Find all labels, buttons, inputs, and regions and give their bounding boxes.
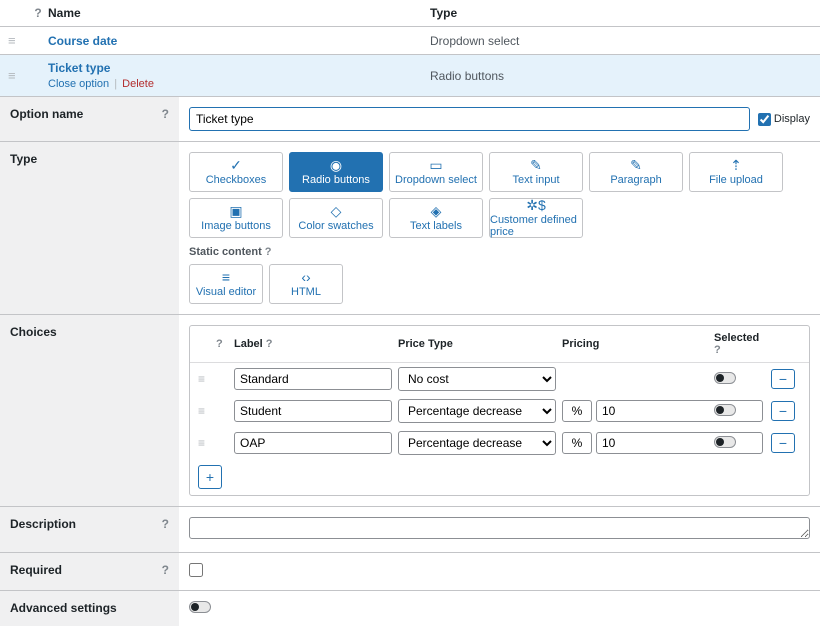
type-tile-file-upload[interactable]: ⇡File upload <box>689 152 783 192</box>
remove-choice-button[interactable]: − <box>771 369 795 389</box>
type-tile-image-buttons[interactable]: ▣Image buttons <box>189 198 283 238</box>
choice-label-input[interactable] <box>234 368 392 390</box>
selected-toggle[interactable] <box>714 372 736 384</box>
label-type: Type <box>10 152 37 166</box>
choice-row: ≡ No cost − <box>190 363 809 395</box>
option-link-ticket-type[interactable]: Ticket type <box>48 61 110 75</box>
drag-handle-icon[interactable]: ≡ <box>8 68 28 83</box>
type-tile-radio-buttons[interactable]: ◉Radio buttons <box>289 152 383 192</box>
type-tile-color-swatches[interactable]: ◇Color swatches <box>289 198 383 238</box>
help-icon[interactable]: ? <box>162 107 169 121</box>
type-tile-dropdown-select[interactable]: ▭Dropdown select <box>389 152 483 192</box>
advanced-toggle[interactable] <box>189 601 211 613</box>
text-input-icon: ✎ <box>530 158 542 172</box>
paragraph-icon: ✎ <box>630 158 642 172</box>
label-choices: Choices <box>10 325 57 339</box>
close-option-link[interactable]: Close option <box>48 78 109 90</box>
checkbox-icon: ✓ <box>230 158 242 172</box>
help-icon[interactable]: ? <box>265 246 272 258</box>
static-tile-visual-editor[interactable]: ≡Visual editor <box>189 264 263 304</box>
static-tile-html[interactable]: ‹›HTML <box>269 264 343 304</box>
drag-handle-icon[interactable]: ≡ <box>198 404 210 418</box>
choice-pricetype-select[interactable]: Percentage decrease <box>398 431 556 455</box>
choices-table: ? Label ? Price Type Pricing Selected ? … <box>189 325 810 496</box>
static-content-label: Static content <box>189 246 262 258</box>
option-type-cell: Dropdown select <box>430 34 812 48</box>
remove-choice-button[interactable]: − <box>771 401 795 421</box>
type-tile-customer-price[interactable]: ✲$Customer defined price <box>489 198 583 238</box>
image-icon: ▣ <box>229 204 242 218</box>
drag-handle-icon[interactable]: ≡ <box>198 372 210 386</box>
description-textarea[interactable] <box>189 517 810 539</box>
html-icon: ‹› <box>301 270 310 284</box>
type-tile-paragraph[interactable]: ✎Paragraph <box>589 152 683 192</box>
delete-option-link[interactable]: Delete <box>122 78 154 90</box>
col-type-header: Type <box>430 6 812 20</box>
choice-label-input[interactable] <box>234 432 392 454</box>
type-tile-text-input[interactable]: ✎Text input <box>489 152 583 192</box>
label-required: Required <box>10 563 62 577</box>
radio-icon: ◉ <box>330 158 342 172</box>
help-icon[interactable]: ? <box>162 517 169 531</box>
upload-icon: ⇡ <box>730 158 742 172</box>
help-icon[interactable]: ? <box>266 338 273 350</box>
option-name-input[interactable] <box>189 107 750 131</box>
choice-pricetype-select[interactable]: Percentage decrease <box>398 399 556 423</box>
choice-row: ≡ Percentage decrease − <box>190 395 809 427</box>
label-advanced: Advanced settings <box>10 601 117 615</box>
label-option-name: Option name <box>10 107 83 121</box>
selected-toggle[interactable] <box>714 436 736 448</box>
required-checkbox[interactable] <box>189 563 203 577</box>
options-table-header: ? Name Type <box>0 0 820 27</box>
display-label: Display <box>774 113 810 125</box>
col-name-header: Name <box>48 6 430 20</box>
selected-toggle[interactable] <box>714 404 736 416</box>
option-link-course-date[interactable]: Course date <box>48 34 117 48</box>
type-grid: ✓Checkboxes ◉Radio buttons ▭Dropdown sel… <box>189 152 810 238</box>
label-icon: ◈ <box>431 204 442 218</box>
option-type-cell: Radio buttons <box>430 69 812 83</box>
type-tile-checkboxes[interactable]: ✓Checkboxes <box>189 152 283 192</box>
price-icon: ✲$ <box>526 198 546 212</box>
choice-unit-input[interactable] <box>562 432 592 454</box>
type-tile-text-labels[interactable]: ◈Text labels <box>389 198 483 238</box>
drag-handle-icon[interactable]: ≡ <box>198 436 210 450</box>
choice-label-input[interactable] <box>234 400 392 422</box>
dropdown-icon: ▭ <box>429 158 442 172</box>
display-checkbox[interactable] <box>758 113 771 126</box>
help-icon[interactable]: ? <box>28 6 48 20</box>
help-icon[interactable]: ? <box>216 338 228 350</box>
label-description: Description <box>10 517 76 531</box>
display-checkbox-wrapper[interactable]: Display <box>758 113 810 126</box>
swatch-icon: ◇ <box>331 204 342 218</box>
visual-editor-icon: ≡ <box>222 270 230 284</box>
choice-unit-input[interactable] <box>562 400 592 422</box>
choice-pricetype-select[interactable]: No cost <box>398 367 556 391</box>
drag-handle-icon[interactable]: ≡ <box>8 33 28 48</box>
help-icon[interactable]: ? <box>714 344 721 356</box>
choice-row: ≡ Percentage decrease − <box>190 427 809 459</box>
remove-choice-button[interactable]: − <box>771 433 795 453</box>
option-row-ticket-type[interactable]: ≡ Ticket type Close option | Delete Radi… <box>0 55 820 97</box>
help-icon[interactable]: ? <box>162 563 169 577</box>
add-choice-button[interactable]: + <box>198 465 222 489</box>
option-row-course-date[interactable]: ≡ Course date Dropdown select <box>0 27 820 55</box>
